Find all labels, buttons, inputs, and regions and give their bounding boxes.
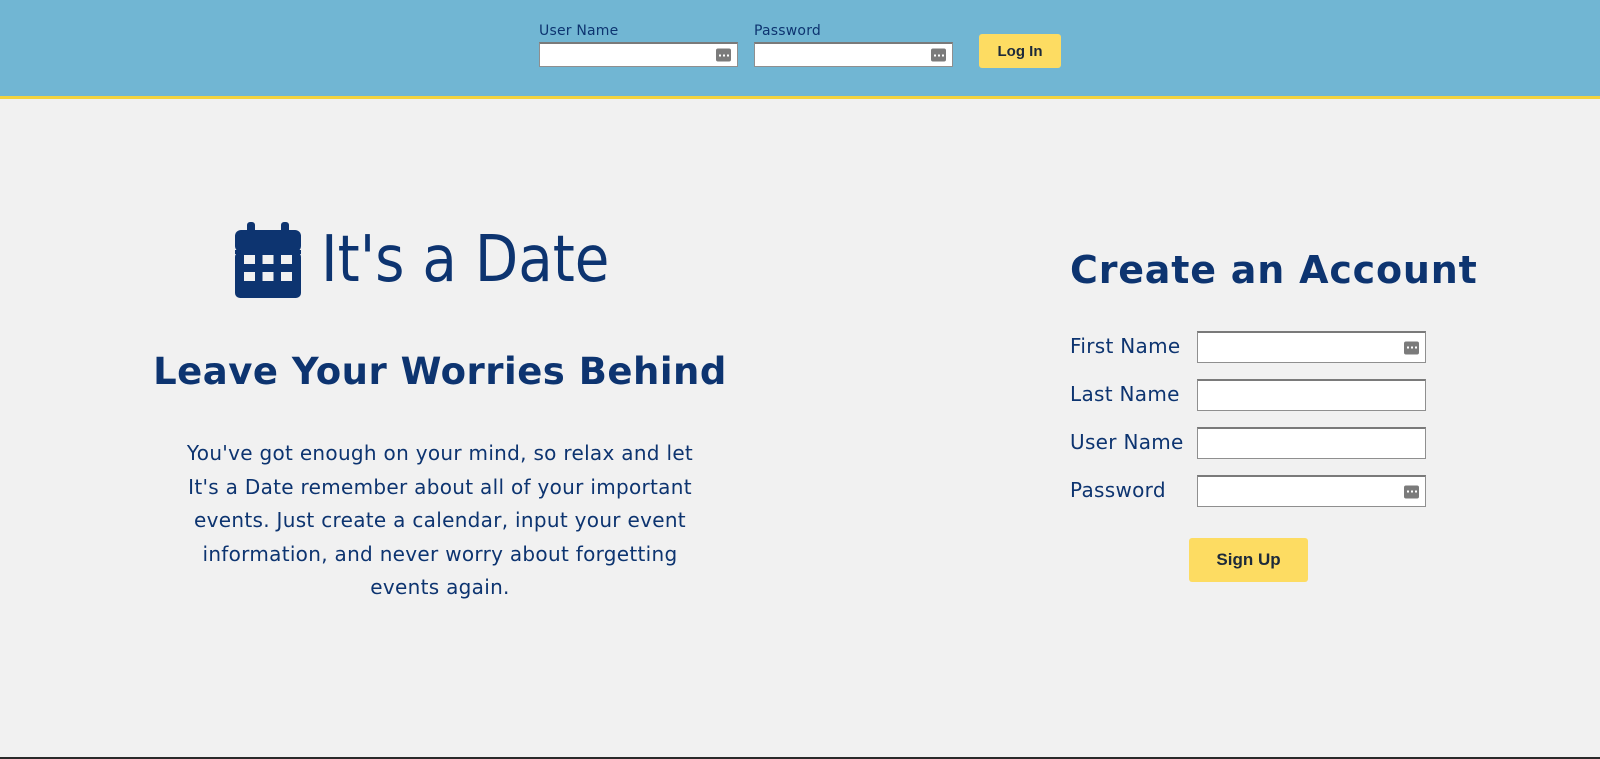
header-password-label: Password [754, 23, 821, 39]
brand-logo: It's a Date [235, 220, 649, 300]
first-name-input[interactable] [1197, 331, 1426, 363]
brand-name: It's a Date [321, 223, 610, 297]
header-password-field: Password [754, 22, 953, 67]
login-button[interactable]: Log In [979, 34, 1061, 68]
user-name-label: User Name [1070, 430, 1184, 454]
calendar-icon [235, 222, 301, 298]
password-manager-icon[interactable] [1404, 485, 1419, 498]
first-name-label: First Name [1070, 334, 1181, 358]
password-manager-icon[interactable] [1404, 341, 1419, 354]
hero-tagline: Leave Your Worries Behind [153, 350, 727, 393]
password-manager-icon[interactable] [931, 48, 946, 62]
password-manager-icon[interactable] [716, 48, 731, 62]
signup-title: Create an Account [1070, 248, 1478, 292]
signup-button[interactable]: Sign Up [1189, 538, 1308, 582]
header-username-input[interactable] [539, 42, 738, 67]
last-name-label: Last Name [1070, 382, 1180, 406]
header-username-field: User Name [539, 22, 738, 67]
password-label: Password [1070, 478, 1166, 502]
hero-description: You've got enough on your mind, so relax… [186, 441, 694, 599]
header-password-input[interactable] [754, 42, 953, 67]
user-name-input[interactable] [1197, 427, 1426, 459]
last-name-input[interactable] [1197, 379, 1426, 411]
top-login-bar: User Name Password Log In [0, 0, 1600, 99]
header-username-label: User Name [539, 23, 619, 39]
password-input[interactable] [1197, 475, 1426, 507]
